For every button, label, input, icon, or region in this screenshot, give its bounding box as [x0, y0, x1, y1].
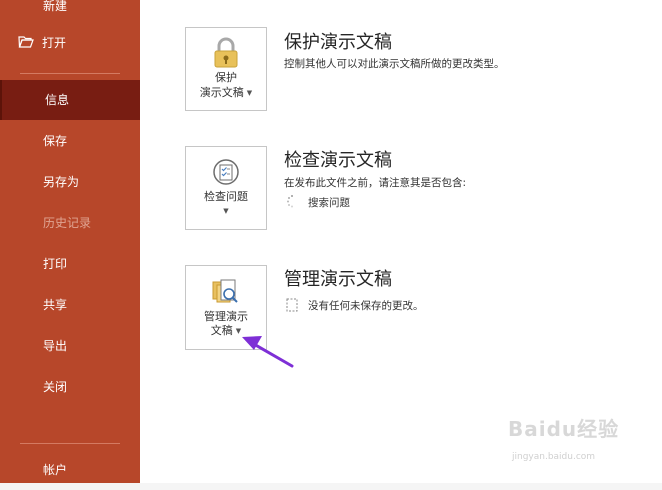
loading-spinner-icon: [286, 193, 298, 212]
folder-open-icon: [18, 24, 34, 64]
nav-print-label: 打印: [43, 257, 68, 271]
nav-history-label: 历史记录: [43, 216, 92, 230]
dropdown-caret-icon: ▼: [246, 89, 253, 97]
document-dashed-icon: [286, 297, 298, 316]
lock-key-icon: [211, 37, 241, 73]
protect-title: 保护演示文稿: [284, 32, 392, 53]
inspect-description: 在发布此文件之前，请注意其是否包含:: [284, 177, 467, 189]
backstage-sidebar: 新建 打开 信息 保存 另存为 历史记录 打印 共享 导出 关闭 帐户: [0, 0, 140, 483]
manage-versions-icon: [209, 278, 243, 312]
manage-title: 管理演示文稿: [284, 269, 392, 290]
nav-export[interactable]: 导出: [0, 326, 140, 366]
nav-info-label: 信息: [45, 93, 70, 107]
dropdown-caret-icon: ▼: [223, 207, 229, 215]
nav-account-label: 帐户: [43, 463, 68, 477]
nav-save-as[interactable]: 另存为: [0, 162, 140, 202]
protect-presentation-button[interactable]: 保护 演示文稿 ▼: [185, 27, 267, 111]
nav-close[interactable]: 关闭: [0, 367, 140, 407]
nav-export-label: 导出: [43, 339, 68, 353]
manage-sub-item: 没有任何未保存的更改。: [308, 300, 424, 312]
inspect-tile-caret: ▼: [186, 204, 266, 218]
annotation-arrow-icon: [240, 330, 300, 376]
baidu-watermark: Baidu经验: [508, 417, 620, 441]
check-for-issues-button[interactable]: 检查问题 ▼: [185, 146, 267, 230]
nav-save-label: 保存: [43, 134, 68, 148]
nav-close-label: 关闭: [43, 380, 68, 394]
protect-description: 控制其他人可以对此演示文稿所做的更改类型。: [284, 58, 505, 70]
protect-tile-label-1: 保护: [215, 71, 237, 84]
baidu-watermark-url: jingyan.baidu.com: [512, 452, 596, 462]
protect-tile-label-text: 演示文稿: [199, 86, 244, 99]
nav-print[interactable]: 打印: [0, 244, 140, 284]
nav-new-label: 新建: [43, 0, 68, 13]
inspect-tile-label: 检查问题: [204, 190, 248, 203]
manage-tile-label-1: 管理演示: [204, 310, 248, 323]
nav-share[interactable]: 共享: [0, 285, 140, 325]
nav-save[interactable]: 保存: [0, 121, 140, 161]
nav-save-as-label: 另存为: [43, 175, 80, 189]
nav-open[interactable]: 打开: [0, 23, 140, 63]
inspect-sub-item: 搜索问题: [308, 197, 350, 209]
nav-info[interactable]: 信息: [0, 80, 140, 120]
nav-open-label: 打开: [42, 36, 67, 50]
nav-history[interactable]: 历史记录: [0, 203, 140, 243]
inspect-title: 检查演示文稿: [284, 150, 392, 171]
inspect-checklist-icon: [210, 157, 242, 191]
sidebar-divider: [20, 443, 120, 444]
nav-account[interactable]: 帐户: [0, 450, 140, 490]
sidebar-divider: [20, 73, 120, 74]
manage-tile-label-text: 文稿: [210, 324, 233, 337]
protect-tile-label-2: 演示文稿 ▼: [186, 86, 266, 100]
nav-share-label: 共享: [43, 298, 68, 312]
info-pane: 保护 演示文稿 ▼ 保护演示文稿 控制其他人可以对此演示文稿所做的更改类型。 检查…: [140, 0, 662, 483]
